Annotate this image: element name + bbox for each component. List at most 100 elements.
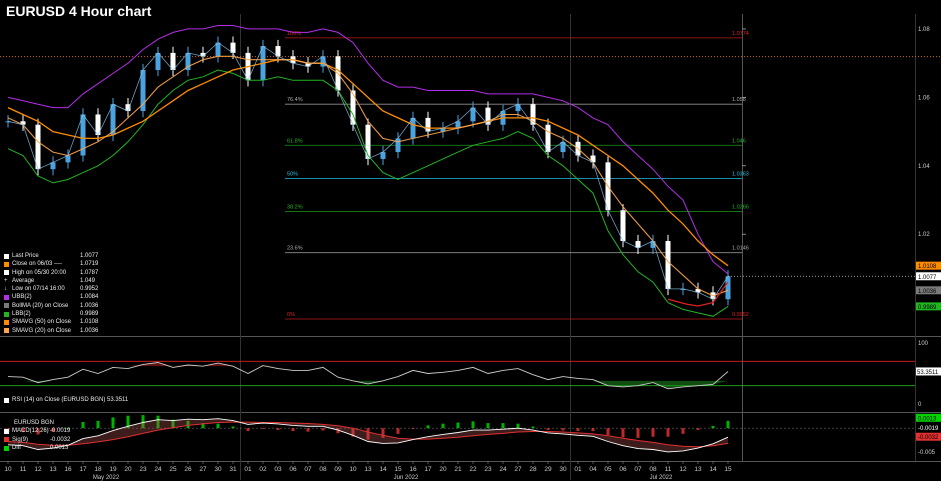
legend-value: 1.0108 xyxy=(80,319,99,326)
time-axis-day-label: 16 xyxy=(409,466,417,473)
legend-swatch xyxy=(4,311,9,317)
legend-label: LBB(2) xyxy=(12,311,31,318)
fib-level-label: 76.4% xyxy=(287,97,303,103)
time-axis-day-label: 22 xyxy=(469,466,477,473)
macd-histogram-bar xyxy=(711,425,715,429)
macd-histogram-bar xyxy=(291,428,295,432)
macd-histogram-bar xyxy=(666,428,670,437)
price-candle-body xyxy=(725,276,731,300)
macd-legend-swatch xyxy=(4,437,9,443)
macd-histogram-bar xyxy=(471,421,475,429)
price-candle-body xyxy=(545,124,551,153)
fib-price-label: 0.9952 xyxy=(732,312,749,318)
price-candle-body xyxy=(620,210,626,242)
time-axis-day-label: 01 xyxy=(244,466,252,473)
legend-label: SMAVG (20) on Close xyxy=(12,327,71,334)
macd-histogram-bar xyxy=(111,417,115,429)
time-axis-day-label: 20 xyxy=(124,466,132,473)
macd-histogram-bar xyxy=(306,428,310,432)
macd-histogram-bar xyxy=(546,428,550,430)
rsi-overbought-fill xyxy=(248,365,263,367)
macd-legend-value: -0.0032 xyxy=(50,436,71,443)
legend-label: SMAVG (50) on Close xyxy=(12,319,71,326)
macd-histogram-bar xyxy=(411,428,415,430)
macd-histogram-bar xyxy=(726,420,730,429)
legend-row: + Average 1.049 xyxy=(4,277,116,285)
time-axis-day-label: 16 xyxy=(64,466,72,473)
fib-level-label: 61.8% xyxy=(287,138,303,144)
macd-legend-label: Diff xyxy=(12,444,21,451)
price-axis-label: 1.04 xyxy=(918,164,930,170)
macd-histogram-bar xyxy=(456,422,460,429)
time-axis-day-label: 05 xyxy=(604,466,612,473)
legend-label: High on 05/30 20:00 xyxy=(12,269,67,276)
macd-axis-label: -0.005 xyxy=(918,450,936,456)
time-axis-day-label: 10 xyxy=(4,466,12,473)
macd-legend-value: 0.0013 xyxy=(50,444,69,451)
time-axis-day-label: 29 xyxy=(544,466,552,473)
time-axis-day-label: 15 xyxy=(724,466,732,473)
legend-swatch xyxy=(4,253,9,259)
time-axis-day-label: 20 xyxy=(439,466,447,473)
macd-histogram-bar xyxy=(651,428,655,437)
time-axis-month-label: Jul 2022 xyxy=(650,475,673,481)
macd-legend-value: -0.0019 xyxy=(50,428,71,435)
time-axis-day-label: 10 xyxy=(349,466,357,473)
legend-value: 1.0787 xyxy=(80,269,99,276)
time-axis-day-label: 08 xyxy=(319,466,327,473)
time-axis-day-label: 13 xyxy=(49,466,57,473)
legend-value: 0.9952 xyxy=(80,286,99,293)
legend-value: 1.049 xyxy=(80,277,96,284)
time-axis-day-label: 08 xyxy=(649,466,657,473)
legend-label: UBB(2) xyxy=(12,294,32,301)
legend-row: SMAVG (20) on Close 1.0036 xyxy=(4,327,116,335)
legend-row: High on 05/30 20:00 1.0787 xyxy=(4,269,116,277)
macd-histogram-bar xyxy=(486,423,490,429)
macd-histogram-bar xyxy=(576,428,580,432)
time-axis-day-label: 27 xyxy=(199,466,207,473)
price-candle-body xyxy=(365,124,371,159)
macd-histogram-bar xyxy=(246,428,250,432)
macd-histogram-bar xyxy=(216,423,220,429)
price-axis-label: 1.08 xyxy=(918,27,930,33)
macd-histogram-bar xyxy=(681,428,685,434)
price-badge-label: 1.0108 xyxy=(918,264,937,270)
legend-label: Close on 06/03 ---- xyxy=(12,261,63,268)
time-axis-day-label: 11 xyxy=(20,466,27,473)
macd-histogram-bar xyxy=(591,428,595,432)
price-axis-label: 1.02 xyxy=(918,232,930,238)
time-axis-month-label: Jun 2022 xyxy=(394,475,419,481)
rsi-legend: RSI (14) on Close (EURUSD BGN) 53.3511 xyxy=(4,397,128,403)
macd-histogram-bar xyxy=(636,428,640,438)
time-axis-day-label: 11 xyxy=(665,466,672,473)
fib-price-label: 1.046 xyxy=(732,138,746,144)
legend-row: Close on 06/03 ---- 1.0719 xyxy=(4,260,116,268)
time-axis-day-label: 17 xyxy=(424,466,432,473)
time-axis-day-label: 24 xyxy=(499,466,507,473)
legend-value: 1.0084 xyxy=(80,294,99,301)
macd-histogram-bar xyxy=(501,423,505,429)
rsi-value-badge-label: 53.3511 xyxy=(917,370,939,376)
chart-canvas[interactable]: 10 0% 1.0774 76.4% 1.058 61.8% 1.046 50% 1.0363 3… xyxy=(0,0,941,481)
price-axis-label: 1.06 xyxy=(918,95,930,101)
time-axis-day-label: 23 xyxy=(484,466,492,473)
close-price-line xyxy=(7,42,729,300)
macd-legend-title: EURUSD BGN xyxy=(14,420,55,426)
macd-histogram-bar xyxy=(231,426,235,429)
time-axis-day-label: 23 xyxy=(139,466,147,473)
legend-row: ↓ Low on 07/14 16:00 0.9952 xyxy=(4,285,116,293)
time-axis-day-label: 07 xyxy=(304,466,312,473)
time-axis-day-label: 06 xyxy=(289,466,297,473)
fib-price-label: 1.058 xyxy=(732,97,746,103)
price-candle-body xyxy=(665,241,671,289)
price-legend: Last Price 1.0077 Close on 06/03 ---- 1.071… xyxy=(4,252,116,335)
macd-histogram-bar xyxy=(96,420,100,429)
price-candle-body xyxy=(35,124,41,170)
macd-histogram-bar xyxy=(696,428,700,430)
macd-legend: EURUSD BGN MACD(12,26) -0.0019 Sig(9) -0.00… xyxy=(4,419,84,452)
macd-histogram-bar xyxy=(261,428,265,430)
fib-level-label: 50% xyxy=(287,171,298,177)
legend-label: BollMA (20) on Close xyxy=(12,302,69,309)
time-axis-day-label: 28 xyxy=(529,466,537,473)
time-axis-day-label: 26 xyxy=(184,466,192,473)
